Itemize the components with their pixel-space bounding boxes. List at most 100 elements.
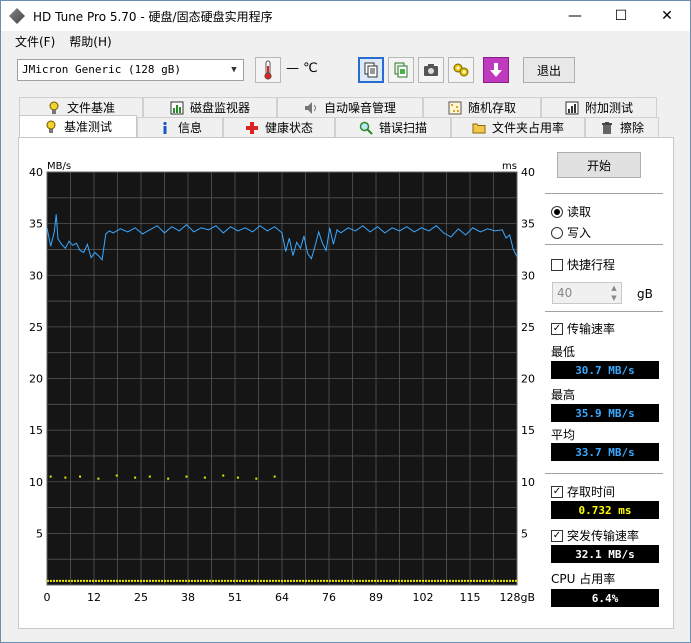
x-tick-label: 12 <box>87 591 101 604</box>
tab-disk-monitor[interactable]: 磁盘监视器 <box>143 97 277 117</box>
access-label: 存取时间 <box>567 485 616 499</box>
radio-write-indicator <box>551 226 563 239</box>
access-time-point <box>236 476 239 479</box>
start-button[interactable]: 开始 <box>557 152 641 178</box>
tab-file-benchmark[interactable]: 文件基准 <box>19 97 143 117</box>
tab-label: 信息 <box>177 121 202 135</box>
tab-info[interactable]: 信息 <box>137 117 223 137</box>
x-tick-label: 25 <box>134 591 148 604</box>
burst-label: 突发传输速率 <box>567 529 640 543</box>
options-icon[interactable] <box>448 57 474 83</box>
tab-error-scan[interactable]: 错误扫描 <box>335 117 451 137</box>
x-tick-label: 102 <box>413 591 434 604</box>
exit-button[interactable]: 退出 <box>523 57 575 83</box>
min-label: 最低 <box>551 345 576 359</box>
tab-noise-management[interactable]: 自动噪音管理 <box>277 97 423 117</box>
x-tick-label: 128gB <box>499 591 535 604</box>
stepper-up-icon[interactable]: ▲ <box>607 283 621 293</box>
burst-value: 32.1 MB/s <box>551 545 659 563</box>
access-time-point <box>64 476 67 479</box>
access-time-point <box>222 474 225 477</box>
stepper-down-icon[interactable]: ▼ <box>607 293 621 303</box>
x-tick-label: 89 <box>369 591 383 604</box>
x-tick-label: 64 <box>275 591 289 604</box>
tab-label: 擦除 <box>619 121 644 135</box>
y-tick-label-left: 5 <box>36 527 43 540</box>
transfer-checkbox[interactable]: ✓ 传输速率 <box>551 320 615 337</box>
access-time-point <box>203 476 206 479</box>
access-value: 0.732 ms <box>551 501 659 519</box>
y-right-unit: ms <box>502 161 517 172</box>
menu-bar: 文件(F) 帮助(H) <box>1 31 690 51</box>
camera-icon[interactable] <box>418 57 444 83</box>
quick-label: 快捷行程 <box>567 258 616 272</box>
avg-value: 33.7 MB/s <box>551 443 659 461</box>
radio-read-indicator <box>551 205 563 218</box>
y-tick-label-left: 10 <box>29 476 43 489</box>
tab-label: 磁盘监视器 <box>189 101 250 115</box>
health-cross-icon <box>245 121 258 134</box>
tab-label: 文件基准 <box>66 101 115 115</box>
copy-text-icon[interactable] <box>388 57 414 83</box>
access-time-checkbox[interactable]: ✓ 存取时间 <box>551 483 615 500</box>
menu-help[interactable]: 帮助(H) <box>62 33 118 50</box>
tab-row-back: 文件基准 磁盘监视器 自动噪音管理 随机存取 附加测试 <box>19 97 659 117</box>
info-icon <box>163 121 167 134</box>
speaker-icon <box>304 101 316 114</box>
chevron-down-icon: ▼ <box>231 65 237 75</box>
tab-folder-usage[interactable]: 文件夹占用率 <box>451 117 585 137</box>
toolbar: JMicron Generic (128 gB) ▼ — ℃ 退出 <box>1 53 690 89</box>
read-label: 读取 <box>567 205 592 219</box>
x-tick-label: 115 <box>460 591 481 604</box>
access-time-point <box>185 475 188 478</box>
x-tick-label: 0 <box>44 591 51 604</box>
close-button[interactable]: ✕ <box>644 1 690 31</box>
tab-label: 错误扫描 <box>378 121 427 135</box>
file-bench-icon <box>49 101 59 114</box>
tab-label: 文件夹占用率 <box>491 121 564 135</box>
random-access-icon <box>448 101 462 114</box>
maximize-button[interactable]: ☐ <box>598 1 644 31</box>
window-title: HD Tune Pro 5.70 - 硬盘/固态硬盘实用程序 <box>33 9 273 24</box>
read-radio[interactable]: 读取 <box>551 203 591 220</box>
tab-health[interactable]: 健康状态 <box>223 117 335 137</box>
copy-info-icon[interactable] <box>358 57 384 83</box>
tab-erase[interactable]: 擦除 <box>585 117 659 137</box>
menu-file[interactable]: 文件(F) <box>1 33 62 50</box>
tab-label: 附加测试 <box>584 101 633 115</box>
drive-select[interactable]: JMicron Generic (128 gB) ▼ <box>17 59 244 81</box>
access-check-indicator: ✓ <box>551 485 563 498</box>
download-icon[interactable] <box>483 57 509 83</box>
max-value: 35.9 MB/s <box>551 404 659 422</box>
bulb-icon <box>46 120 56 133</box>
y-tick-label-right: 10 <box>521 476 535 489</box>
app-window: HD Tune Pro 5.70 - 硬盘/固态硬盘实用程序 — ☐ ✕ 文件(… <box>0 0 691 643</box>
minimize-button[interactable]: — <box>552 1 598 31</box>
y-tick-label-right: 35 <box>521 218 535 231</box>
access-time-point <box>273 475 276 478</box>
y-tick-label-left: 25 <box>29 321 43 334</box>
burst-checkbox[interactable]: ✓ 突发传输速率 <box>551 527 639 544</box>
write-radio[interactable]: 写入 <box>551 224 591 241</box>
access-time-point <box>49 475 52 478</box>
tab-label: 健康状态 <box>264 121 313 135</box>
quick-checkbox[interactable]: 快捷行程 <box>551 256 615 273</box>
tab-random-access[interactable]: 随机存取 <box>423 97 541 117</box>
folder-icon <box>472 123 486 133</box>
tab-benchmark[interactable]: 基准测试 <box>19 115 137 137</box>
quick-size-stepper[interactable]: 40 ▲ ▼ <box>552 282 622 304</box>
tab-label: 自动噪音管理 <box>323 101 396 115</box>
tab-label: 基准测试 <box>63 120 112 134</box>
divider <box>545 473 663 474</box>
y-tick-label-right: 20 <box>521 373 535 386</box>
access-time-point <box>134 476 137 479</box>
access-time-point <box>167 477 170 480</box>
tab-row-front: 基准测试 信息 健康状态 错误扫描 文件夹占用率 擦除 <box>19 115 659 137</box>
y-tick-label-right: 40 <box>521 166 535 179</box>
thermometer-icon[interactable] <box>255 57 281 83</box>
y-tick-label-left: 15 <box>29 424 43 437</box>
y-tick-label-left: 30 <box>29 269 43 282</box>
access-time-point <box>79 475 82 478</box>
x-tick-label: 76 <box>322 591 336 604</box>
tab-extra-tests[interactable]: 附加测试 <box>541 97 657 117</box>
